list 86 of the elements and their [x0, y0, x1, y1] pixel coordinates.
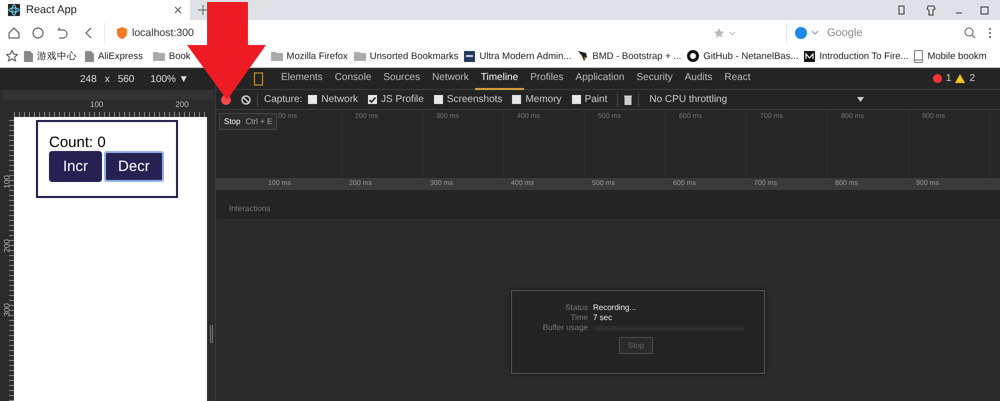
devtools-tab[interactable]: Audits	[678, 68, 718, 90]
bookmark-link[interactable]: Unsorted Bookmarks	[370, 50, 458, 62]
bookmark-link[interactable]: Ultra Modern Admin...	[479, 50, 572, 62]
counter-button[interactable]: Decr	[104, 151, 164, 182]
checkbox[interactable]	[368, 95, 378, 104]
bookmark-link[interactable]: Introduction To Fire...	[819, 50, 908, 62]
bookmark-link[interactable]: AliExpress	[98, 50, 143, 62]
zoom-dropdown[interactable]: 100% ▼	[150, 74, 189, 84]
bookmark-link[interactable]: GitHub - NetanelBas...	[703, 50, 798, 62]
width-value[interactable]: 248	[80, 74, 97, 84]
checkbox-label: JS Profile	[381, 94, 424, 105]
warning-count[interactable]: 2	[969, 73, 975, 84]
star-icon[interactable]	[6, 50, 18, 62]
error-count[interactable]: 1	[946, 73, 952, 84]
ruler-label: 100	[90, 100, 104, 111]
capture-label: Capture:	[264, 94, 302, 105]
folder-icon	[354, 51, 366, 61]
checkbox-label: Screenshots	[446, 94, 502, 105]
trash-icon[interactable]	[624, 94, 632, 104]
bird-icon	[577, 50, 588, 62]
ruler-label: 300	[2, 302, 12, 316]
devtools-tab[interactable]: Elements	[275, 68, 329, 90]
ruler-label: 200	[2, 238, 12, 252]
bookmark-link[interactable]: Mobile bookm	[927, 50, 987, 62]
tile-icon	[464, 50, 476, 62]
page-icon	[85, 50, 94, 62]
buffer-label: Buffer usage	[542, 323, 588, 332]
checkbox[interactable]	[572, 95, 581, 104]
folder-icon	[152, 51, 165, 61]
bookmark-link[interactable]: 游戏中心	[37, 50, 77, 62]
count-text: Count: 0	[49, 134, 107, 151]
devtools-tab[interactable]: Profiles	[524, 68, 570, 90]
new-tab-icon[interactable]	[198, 5, 208, 15]
close-icon[interactable]	[174, 6, 182, 14]
star-icon[interactable]	[714, 28, 736, 38]
ruler-label: 200	[175, 100, 189, 111]
clear-icon[interactable]	[241, 94, 251, 104]
folder-icon	[270, 51, 283, 61]
checkbox[interactable]	[308, 95, 318, 104]
react-logo-icon	[8, 4, 20, 16]
status-label: Status	[564, 303, 588, 312]
devtools-tab[interactable]: Network	[426, 68, 475, 90]
search-icon[interactable]	[964, 26, 976, 38]
checkbox[interactable]	[434, 95, 443, 104]
status-label: Time	[570, 313, 588, 322]
devtools-tab[interactable]: Security	[630, 68, 679, 90]
reload-icon[interactable]	[32, 26, 44, 38]
throttling-dropdown[interactable]: No CPU throttling	[649, 94, 864, 105]
search-field[interactable]: Google	[786, 22, 976, 42]
check-icon	[369, 96, 376, 102]
bookmark-link[interactable]: Book	[168, 50, 191, 62]
device-icon[interactable]	[254, 72, 263, 86]
back-icon[interactable]	[84, 26, 92, 38]
devtools-tab[interactable]: Sources	[377, 68, 426, 90]
ruler-label: 100	[2, 174, 12, 188]
devtools-tab[interactable]: React	[718, 68, 757, 90]
checkbox[interactable]	[512, 95, 522, 104]
menu-icon[interactable]	[988, 26, 992, 38]
checkbox-label: Memory	[525, 94, 562, 105]
devtools-tab[interactable]: Console	[328, 68, 378, 90]
bookmark-link[interactable]: BMD - Bootstrap + ...	[592, 50, 682, 62]
home-icon[interactable]	[8, 26, 20, 38]
mobile-icon	[914, 50, 924, 62]
checkbox-label: Network	[321, 94, 358, 105]
page-icon	[24, 50, 33, 62]
shield-icon	[117, 26, 127, 38]
github-icon	[687, 50, 700, 62]
medium-icon	[804, 50, 816, 62]
tooltip: Stop Ctrl + E	[219, 113, 278, 130]
times-sign: x	[104, 74, 110, 84]
url-text: localhost:300	[132, 26, 194, 38]
counter-button[interactable]: Incr	[49, 151, 102, 182]
devtools-tab[interactable]: Application	[570, 68, 630, 90]
status-value: 7 sec	[593, 313, 614, 322]
height-value[interactable]: 560	[118, 74, 134, 84]
bookmark-link[interactable]: Mozilla Firefox	[286, 50, 348, 62]
devtools-tab[interactable]: Timeline	[474, 68, 524, 90]
warning-icon	[955, 74, 966, 83]
status-value: Recording...	[593, 303, 638, 312]
checkbox-label: Paint	[584, 94, 608, 105]
google-icon	[795, 26, 819, 38]
tab-title: React App	[26, 4, 78, 16]
browser-tab[interactable]: React App	[0, 0, 190, 20]
dropdown-arrow-icon	[857, 97, 864, 102]
error-icon	[932, 74, 942, 83]
resize-handle[interactable]	[210, 325, 212, 343]
